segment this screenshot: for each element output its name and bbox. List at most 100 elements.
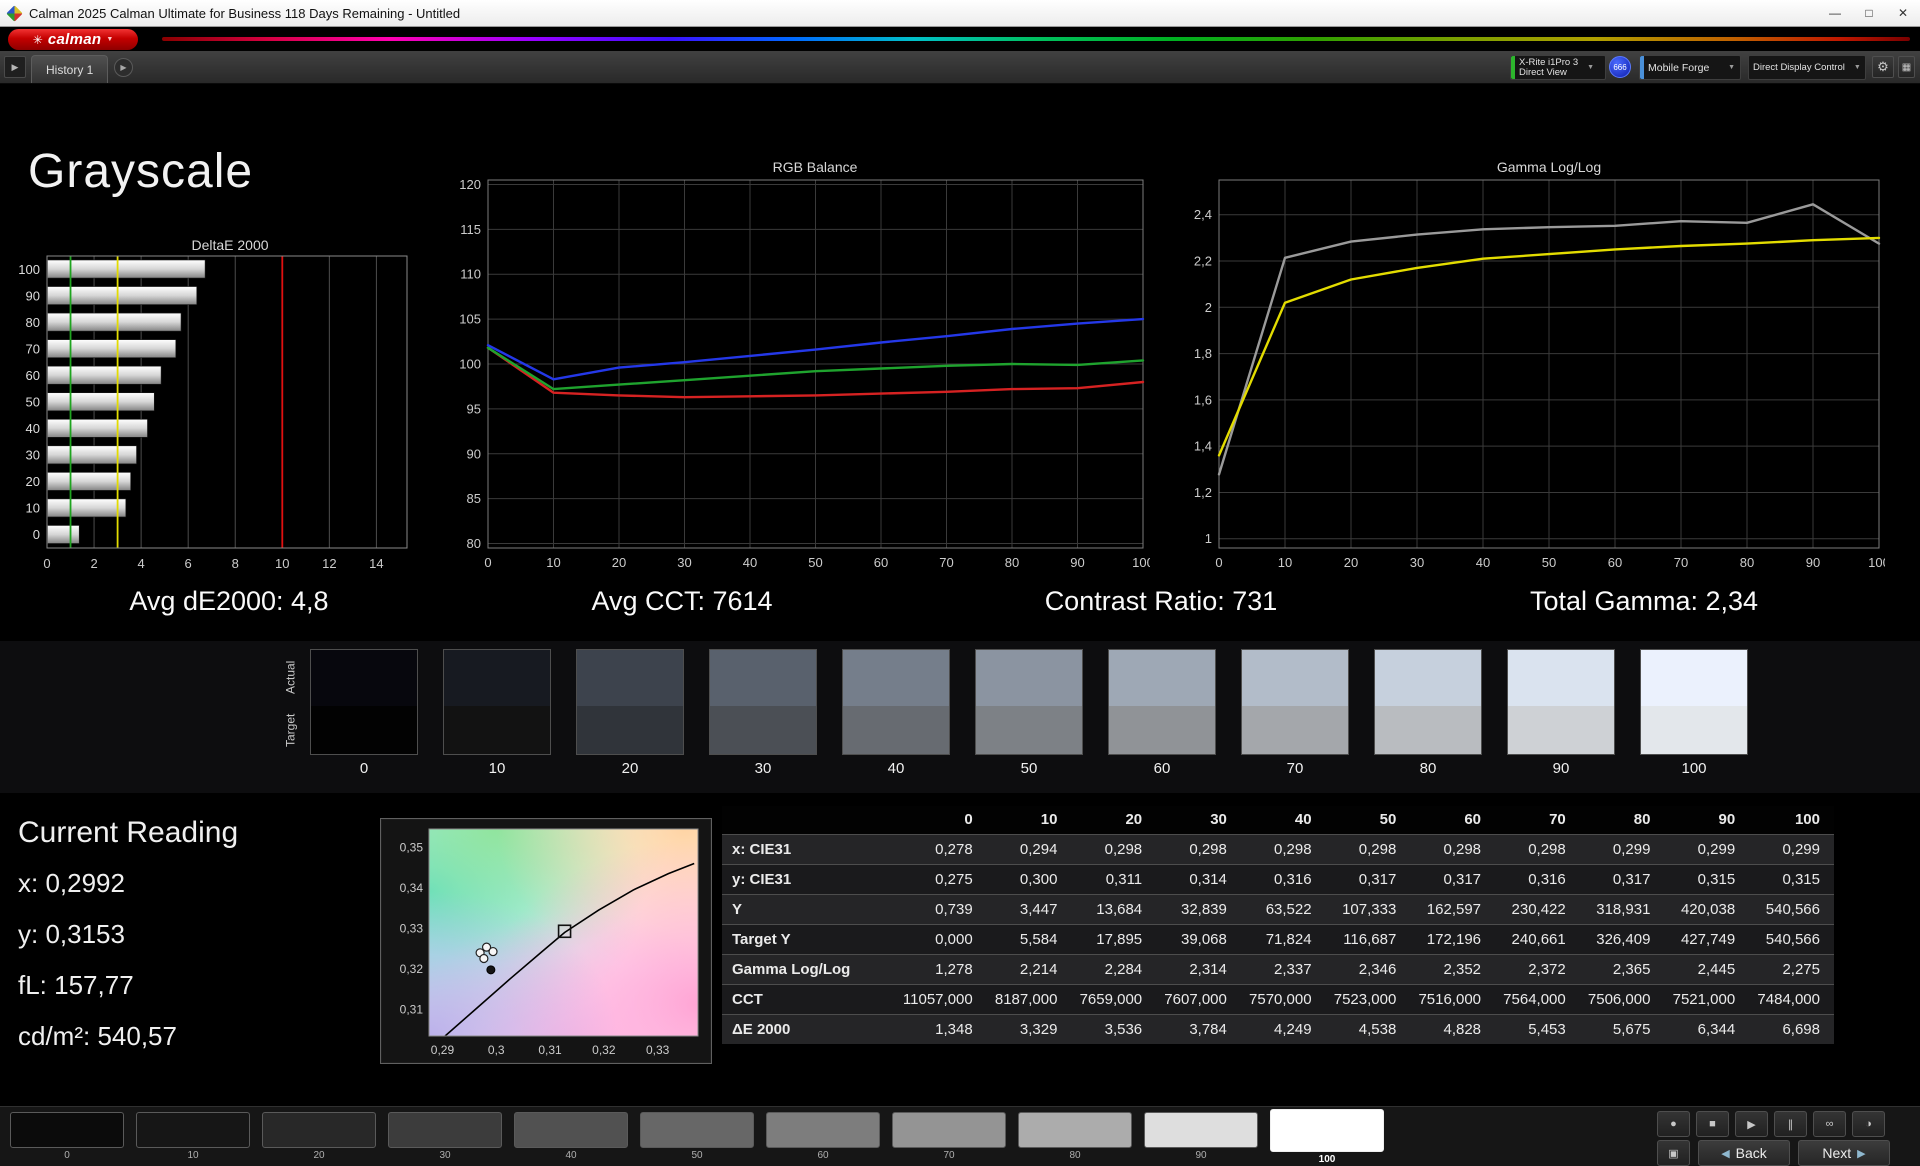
maximize-icon: □ xyxy=(1865,6,1873,20)
pattern-level-30-button[interactable]: 30 xyxy=(388,1112,502,1161)
tab-history-1[interactable]: History 1 xyxy=(31,55,109,83)
table-cell: 0,317 xyxy=(1325,863,1411,894)
maximize-button[interactable]: □ xyxy=(1852,0,1886,26)
swatch-actual-color xyxy=(843,650,949,706)
stop-button[interactable]: ■ xyxy=(1696,1111,1729,1137)
swatch-box xyxy=(1640,649,1748,755)
grayscale-swatch-90: 90 xyxy=(1507,649,1615,777)
target-row-label: Target xyxy=(283,713,298,747)
table-cell: 230,422 xyxy=(1495,893,1580,924)
table-cell: 0,278 xyxy=(902,833,987,864)
swatch-box xyxy=(1108,649,1216,755)
column-header-100: 100 xyxy=(1749,806,1834,834)
swatch-box xyxy=(1374,649,1482,755)
badge-label: 666 xyxy=(1613,62,1627,72)
panel-toggle-button[interactable]: ▦ xyxy=(1898,56,1915,78)
reading-fl: fL: 157,77 xyxy=(18,970,134,1000)
svg-text:90: 90 xyxy=(467,446,481,461)
window-controls: — □ ✕ xyxy=(1818,0,1920,26)
history-expand-button[interactable]: ▶ xyxy=(4,56,26,78)
minimize-button[interactable]: — xyxy=(1818,0,1852,26)
meter-gauge-button[interactable]: ◑ xyxy=(1852,1111,1885,1137)
pattern-level-40-button[interactable]: 40 xyxy=(514,1112,628,1161)
pattern-level-swatch xyxy=(1144,1112,1258,1148)
calman-logo-button[interactable]: ✳ calman ▼ xyxy=(8,29,138,50)
pattern-level-100-button[interactable]: 100 xyxy=(1270,1109,1384,1165)
svg-text:2,4: 2,4 xyxy=(1194,207,1212,222)
capture-button[interactable]: ▣ xyxy=(1657,1140,1690,1166)
workflow-badge[interactable]: 666 xyxy=(1609,56,1631,78)
svg-text:30: 30 xyxy=(26,448,40,463)
navigation-controls: ▣ ◀ Back Next ▶ xyxy=(1657,1140,1890,1166)
table-cell: 6,344 xyxy=(1664,1013,1750,1044)
table-cell: 2,314 xyxy=(1156,953,1241,984)
row-label: ΔE 2000 xyxy=(722,1013,902,1044)
close-button[interactable]: ✕ xyxy=(1886,0,1920,26)
table-cell: 0,294 xyxy=(986,833,1072,864)
swatch-box xyxy=(842,649,950,755)
svg-text:100: 100 xyxy=(18,262,40,277)
next-button[interactable]: Next ▶ xyxy=(1798,1140,1890,1166)
history-nav-button[interactable]: ▶ xyxy=(114,58,133,77)
pattern-level-80-button[interactable]: 80 xyxy=(1018,1112,1132,1161)
pattern-level-swatch xyxy=(1018,1112,1132,1148)
back-button[interactable]: ◀ Back xyxy=(1698,1140,1790,1166)
settings-button[interactable]: ⚙ xyxy=(1872,56,1894,78)
meter-selector[interactable]: X-Rite i1Pro 3 Direct View ▼ xyxy=(1510,55,1606,80)
pause-button[interactable]: ∥ xyxy=(1774,1111,1807,1137)
pattern-level-70-button[interactable]: 70 xyxy=(892,1112,1006,1161)
grayscale-swatch-40: 40 xyxy=(842,649,950,777)
swatch-target-color xyxy=(843,706,949,754)
reading-y: y: 0,3153 xyxy=(18,919,125,949)
continuous-read-button[interactable]: ∞ xyxy=(1813,1111,1846,1137)
pattern-level-90-button[interactable]: 90 xyxy=(1144,1112,1258,1161)
svg-text:10: 10 xyxy=(26,501,40,516)
pattern-level-label: 70 xyxy=(943,1150,955,1161)
next-arrow-icon: ▶ xyxy=(1857,1147,1866,1160)
table-cell: 2,214 xyxy=(986,953,1072,984)
swatch-target-color xyxy=(710,706,816,754)
swatch-level-label: 40 xyxy=(887,760,905,777)
next-label: Next xyxy=(1822,1145,1852,1161)
tab-history-label: History 1 xyxy=(46,62,94,77)
table-cell: 240,661 xyxy=(1495,923,1580,954)
pattern-level-60-button[interactable]: 60 xyxy=(766,1112,880,1161)
current-reading-title: Current Reading xyxy=(18,816,239,849)
swatch-level-label: 10 xyxy=(488,760,506,777)
svg-text:80: 80 xyxy=(26,315,40,330)
table-cell: 2,445 xyxy=(1664,953,1750,984)
record-button[interactable]: ● xyxy=(1657,1111,1690,1137)
chevron-down-icon: ▼ xyxy=(1587,64,1595,71)
gamma-chart-title: Gamma Log/Log xyxy=(1496,159,1602,175)
swatch-actual-color xyxy=(311,650,417,706)
pattern-level-50-button[interactable]: 50 xyxy=(640,1112,754,1161)
svg-text:20: 20 xyxy=(1344,555,1358,570)
brand-name: calman xyxy=(47,31,102,48)
pattern-level-20-button[interactable]: 20 xyxy=(262,1112,376,1161)
svg-text:40: 40 xyxy=(26,421,40,436)
pattern-level-label: 40 xyxy=(565,1150,577,1161)
svg-text:85: 85 xyxy=(467,491,481,506)
pattern-source-selector[interactable]: Mobile Forge ▼ xyxy=(1639,55,1741,80)
table-row: x: CIE31 0,278 0,294 0,298 0,298 0,298 0,298 0,… xyxy=(722,833,1834,864)
column-header-10: 10 xyxy=(986,806,1072,834)
pattern-level-swatch xyxy=(514,1112,628,1148)
swatch-actual-color xyxy=(1375,650,1481,706)
svg-text:1: 1 xyxy=(1205,531,1212,546)
svg-text:70: 70 xyxy=(939,555,953,570)
table-cell: 420,038 xyxy=(1664,893,1750,924)
svg-text:10: 10 xyxy=(275,556,289,571)
swatch-level-label: 70 xyxy=(1286,760,1304,777)
table-cell: 0,316 xyxy=(1240,863,1326,894)
play-icon: ▶ xyxy=(1747,1118,1756,1131)
table-cell: 4,249 xyxy=(1240,1013,1326,1044)
svg-text:0,33: 0,33 xyxy=(646,1043,670,1057)
pattern-level-10-button[interactable]: 10 xyxy=(136,1112,250,1161)
table-cell: 318,931 xyxy=(1579,893,1665,924)
display-control-selector[interactable]: Direct Display Control ▼ xyxy=(1748,55,1866,80)
play-button[interactable]: ▶ xyxy=(1735,1111,1768,1137)
grid-icon: ▦ xyxy=(1901,61,1912,73)
table-cell: 0,300 xyxy=(986,863,1072,894)
swatch-actual-color xyxy=(1109,650,1215,706)
pattern-level-0-button[interactable]: 0 xyxy=(10,1112,124,1161)
